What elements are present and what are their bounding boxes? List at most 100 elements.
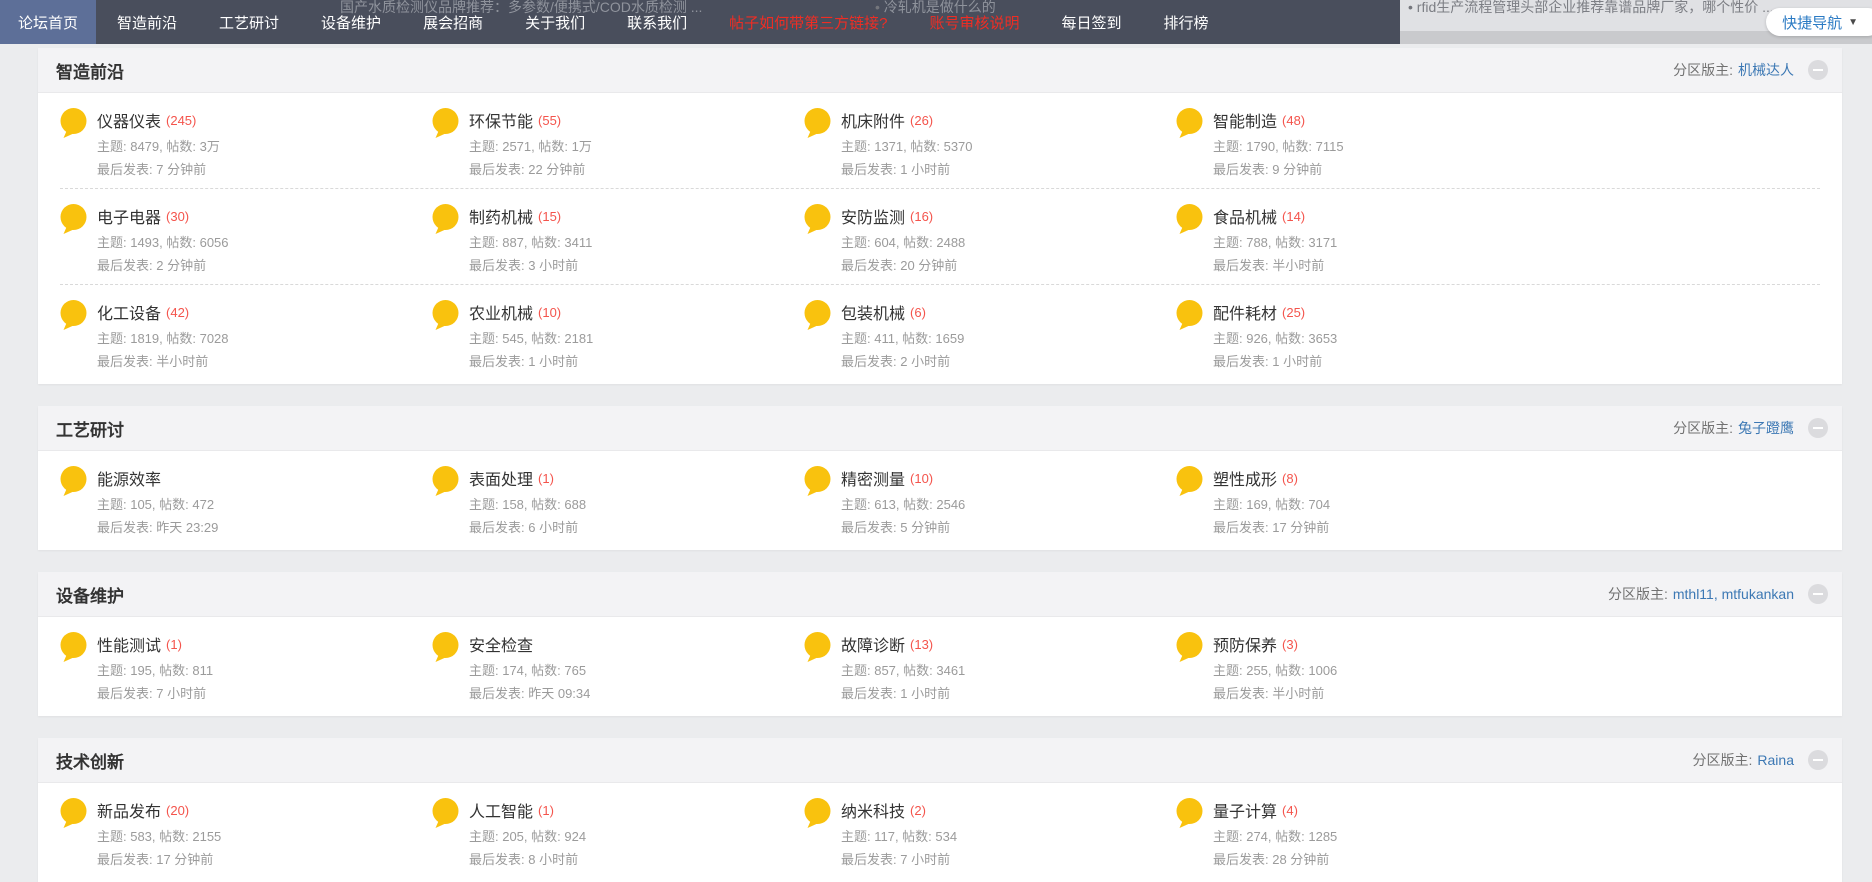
nav-item[interactable]: 工艺研讨 xyxy=(198,0,300,44)
forum-name-link[interactable]: 化工设备 xyxy=(97,300,161,324)
forum-name-link[interactable]: 安防监测 xyxy=(841,204,905,228)
forum-title-line: 安全检查 xyxy=(469,631,590,657)
forum-comment-icon[interactable] xyxy=(804,466,831,497)
nav-item[interactable]: 排行榜 xyxy=(1142,0,1229,44)
forum-last-post-link[interactable]: 最后发表: 2 小时前 xyxy=(841,353,964,370)
forum-info: 预防保养 (3) 主题: 255, 帖数: 1006 最后发表: 半小时前 xyxy=(1213,631,1337,702)
collapse-section-button[interactable] xyxy=(1808,584,1828,604)
forum-last-post-link[interactable]: 最后发表: 5 分钟前 xyxy=(841,519,965,536)
forum-name-link[interactable]: 农业机械 xyxy=(469,300,533,324)
forum-last-post-link[interactable]: 最后发表: 17 分钟前 xyxy=(1213,519,1330,536)
forum-last-post-link[interactable]: 最后发表: 昨天 23:29 xyxy=(97,519,218,536)
collapse-section-button[interactable] xyxy=(1808,418,1828,438)
forum-name-link[interactable]: 机床附件 xyxy=(841,108,905,132)
forum-comment-icon[interactable] xyxy=(1176,632,1203,663)
nav-item[interactable]: 联系我们 xyxy=(606,0,708,44)
moderator-names-link[interactable]: Raina xyxy=(1757,752,1794,768)
forum-last-post-link[interactable]: 最后发表: 半小时前 xyxy=(1213,257,1337,274)
forum-comment-icon[interactable] xyxy=(804,632,831,663)
forum-name-link[interactable]: 能源效率 xyxy=(97,466,161,490)
moderator-names-link[interactable]: mthl11, mtfukankan xyxy=(1673,586,1794,602)
forum-comment-icon[interactable] xyxy=(60,300,87,331)
forum-name-link[interactable]: 配件耗材 xyxy=(1213,300,1277,324)
forum-comment-icon[interactable] xyxy=(60,798,87,829)
forum-comment-icon[interactable] xyxy=(1176,108,1203,139)
forum-comment-icon[interactable] xyxy=(1176,204,1203,235)
forum-name-link[interactable]: 故障诊断 xyxy=(841,632,905,656)
forum-last-post-link[interactable]: 最后发表: 半小时前 xyxy=(1213,685,1337,702)
forum-name-link[interactable]: 塑性成形 xyxy=(1213,466,1277,490)
collapse-section-button[interactable] xyxy=(1808,60,1828,80)
section-title[interactable]: 工艺研讨 xyxy=(56,416,124,441)
forum-new-count: (6) xyxy=(910,305,926,320)
forum-comment-icon[interactable] xyxy=(60,632,87,663)
forum-last-post-link[interactable]: 最后发表: 3 小时前 xyxy=(469,257,592,274)
forum-name-link[interactable]: 纳米科技 xyxy=(841,798,905,822)
forum-cell: 制药机械 (15) 主题: 887, 帖数: 3411 最后发表: 3 小时前 xyxy=(432,203,804,274)
forum-name-link[interactable]: 性能测试 xyxy=(97,632,161,656)
forum-name-link[interactable]: 电子电器 xyxy=(97,204,161,228)
forum-name-link[interactable]: 制药机械 xyxy=(469,204,533,228)
nav-item[interactable]: 智造前沿 xyxy=(96,0,198,44)
nav-item[interactable]: 设备维护 xyxy=(300,0,402,44)
section-title[interactable]: 设备维护 xyxy=(56,582,124,607)
forum-comment-icon[interactable] xyxy=(432,300,459,331)
forum-last-post-link[interactable]: 最后发表: 1 小时前 xyxy=(841,685,965,702)
forum-last-post-link[interactable]: 最后发表: 2 分钟前 xyxy=(97,257,229,274)
forum-last-post-link[interactable]: 最后发表: 9 分钟前 xyxy=(1213,161,1344,178)
forum-name-link[interactable]: 预防保养 xyxy=(1213,632,1277,656)
forum-title-line: 食品机械 (14) xyxy=(1213,203,1337,229)
forum-last-post-link[interactable]: 最后发表: 1 小时前 xyxy=(469,353,593,370)
forum-comment-icon[interactable] xyxy=(60,108,87,139)
forum-comment-icon[interactable] xyxy=(432,632,459,663)
forum-last-post-link[interactable]: 最后发表: 7 分钟前 xyxy=(97,161,220,178)
nav-item[interactable]: 展会招商 xyxy=(402,0,504,44)
forum-comment-icon[interactable] xyxy=(60,204,87,235)
forum-comment-icon[interactable] xyxy=(804,798,831,829)
forum-comment-icon[interactable] xyxy=(1176,300,1203,331)
nav-item[interactable]: 论坛首页 xyxy=(0,0,96,44)
forum-comment-icon[interactable] xyxy=(432,466,459,497)
collapse-section-button[interactable] xyxy=(1808,750,1828,770)
forum-name-link[interactable]: 表面处理 xyxy=(469,466,533,490)
section-title[interactable]: 智造前沿 xyxy=(56,58,124,83)
forum-name-link[interactable]: 智能制造 xyxy=(1213,108,1277,132)
section-title[interactable]: 技术创新 xyxy=(56,748,124,773)
forum-name-link[interactable]: 人工智能 xyxy=(469,798,533,822)
forum-name-link[interactable]: 食品机械 xyxy=(1213,204,1277,228)
forum-name-link[interactable]: 仪器仪表 xyxy=(97,108,161,132)
forum-last-post-link[interactable]: 最后发表: 6 小时前 xyxy=(469,519,586,536)
nav-item[interactable]: 账号审核说明 xyxy=(908,0,1040,44)
forum-last-post-link[interactable]: 最后发表: 1 小时前 xyxy=(1213,353,1337,370)
forum-name-link[interactable]: 新品发布 xyxy=(97,798,161,822)
forum-last-post-link[interactable]: 最后发表: 20 分钟前 xyxy=(841,257,965,274)
forum-comment-icon[interactable] xyxy=(432,204,459,235)
forum-comment-icon[interactable] xyxy=(1176,466,1203,497)
quick-nav-button[interactable]: 快捷导航 ▼ xyxy=(1766,8,1872,36)
forum-last-post-link[interactable]: 最后发表: 半小时前 xyxy=(97,353,229,370)
moderator-names-link[interactable]: 兔子蹬鹰 xyxy=(1738,418,1794,438)
forum-new-count: (8) xyxy=(1282,471,1298,486)
forum-comment-icon[interactable] xyxy=(804,108,831,139)
forum-comment-icon[interactable] xyxy=(432,108,459,139)
nav-item[interactable]: 帖子如何带第三方链接? xyxy=(708,0,908,44)
forum-last-post-link[interactable]: 最后发表: 昨天 09:34 xyxy=(469,685,590,702)
forum-comment-icon[interactable] xyxy=(804,300,831,331)
forum-name-link[interactable]: 精密测量 xyxy=(841,466,905,490)
forum-info: 制药机械 (15) 主题: 887, 帖数: 3411 最后发表: 3 小时前 xyxy=(469,203,592,274)
forum-stats: 主题: 604, 帖数: 2488 xyxy=(841,234,965,251)
forum-comment-icon[interactable] xyxy=(432,798,459,829)
forum-name-link[interactable]: 量子计算 xyxy=(1213,798,1277,822)
forum-last-post-link[interactable]: 最后发表: 1 小时前 xyxy=(841,161,973,178)
forum-last-post-link[interactable]: 最后发表: 7 小时前 xyxy=(97,685,213,702)
forum-name-link[interactable]: 环保节能 xyxy=(469,108,533,132)
nav-item[interactable]: 每日签到 xyxy=(1040,0,1142,44)
forum-comment-icon[interactable] xyxy=(804,204,831,235)
nav-item[interactable]: 关于我们 xyxy=(504,0,606,44)
forum-comment-icon[interactable] xyxy=(60,466,87,497)
moderator-names-link[interactable]: 机械达人 xyxy=(1738,60,1794,80)
forum-name-link[interactable]: 包装机械 xyxy=(841,300,905,324)
forum-last-post-link[interactable]: 最后发表: 22 分钟前 xyxy=(469,161,592,178)
forum-name-link[interactable]: 安全检查 xyxy=(469,632,533,656)
forum-comment-icon[interactable] xyxy=(1176,798,1203,829)
